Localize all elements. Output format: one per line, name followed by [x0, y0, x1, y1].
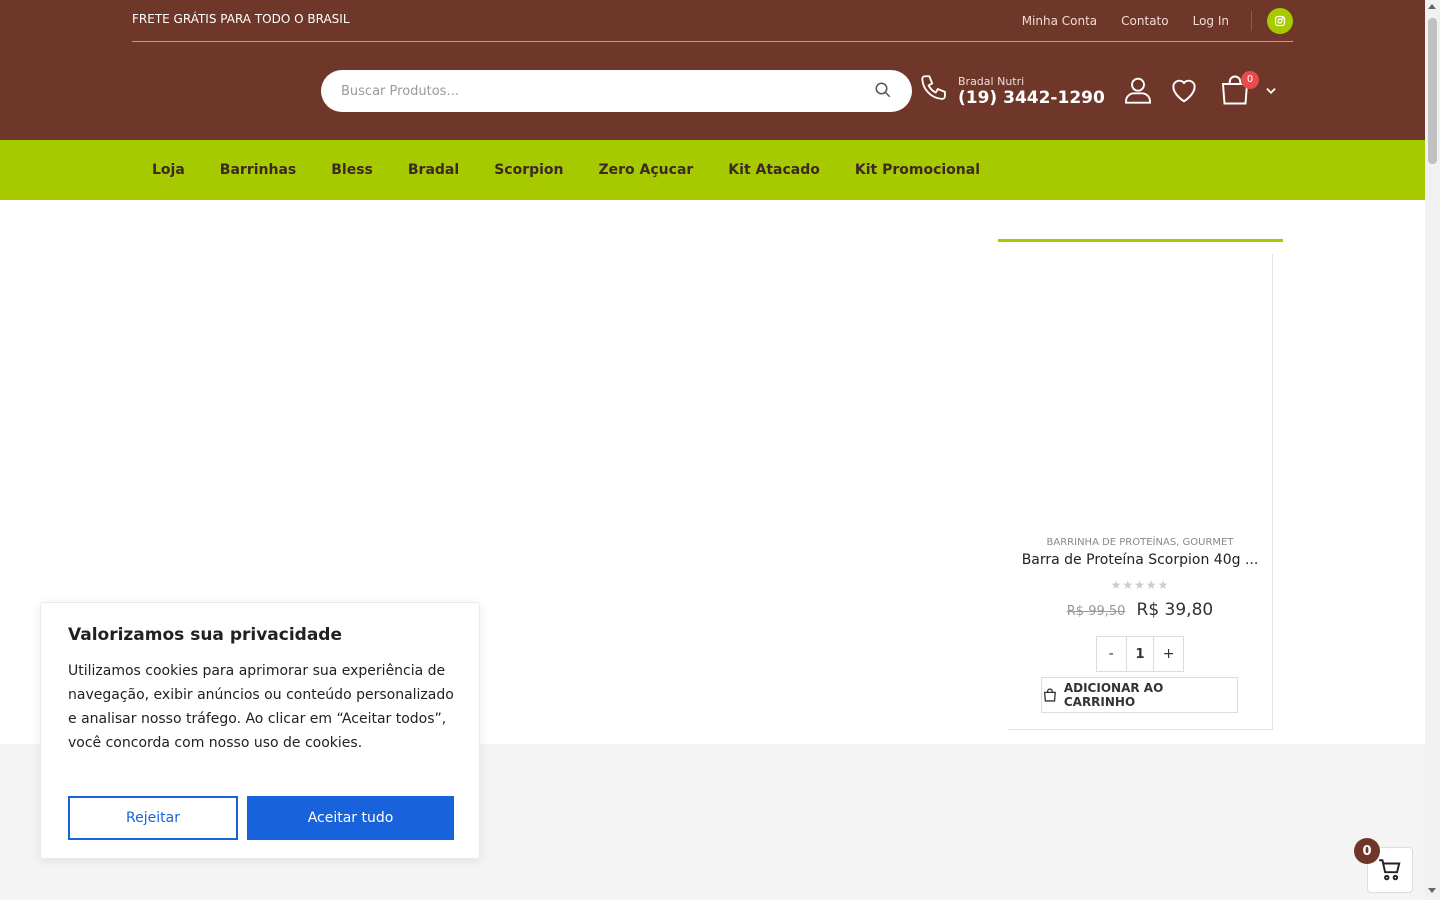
qty-minus-button[interactable]: -	[1097, 637, 1126, 671]
top-links: Minha Conta Contato Log In	[998, 8, 1293, 34]
search-icon[interactable]	[874, 81, 894, 101]
contact-label: Bradal Nutri	[958, 74, 1025, 88]
scroll-up-arrow-icon[interactable]	[1428, 4, 1436, 9]
login-link[interactable]: Log In	[1193, 14, 1229, 28]
user-icon[interactable]	[1122, 74, 1154, 110]
cart-count-badge: 0	[1241, 71, 1259, 89]
nav-item-kit-atacado[interactable]: Kit Atacado	[728, 162, 820, 178]
search-bar	[321, 70, 912, 112]
add-to-cart-label: ADICIONAR AO CARRINHO	[1063, 681, 1164, 709]
product-price: R$ 99,50 R$ 39,80	[1008, 600, 1272, 620]
scroll-down-arrow-icon[interactable]	[1428, 888, 1436, 893]
shopping-bag-icon	[1043, 688, 1056, 702]
nav-item-barrinhas[interactable]: Barrinhas	[220, 162, 296, 178]
scrollbar-thumb[interactable]	[1428, 18, 1437, 164]
sidebar-accent-border	[998, 239, 1283, 242]
nav-item-zero-acucar[interactable]: Zero Açucar	[599, 162, 694, 178]
nav-item-kit-promocional[interactable]: Kit Promocional	[855, 162, 980, 178]
reject-button[interactable]: Rejeitar	[68, 796, 238, 840]
my-account-link[interactable]: Minha Conta	[1022, 14, 1097, 28]
qty-plus-button[interactable]: +	[1154, 637, 1183, 671]
chevron-down-icon[interactable]	[1264, 83, 1278, 102]
old-price: R$ 99,50	[1066, 604, 1126, 619]
nav-item-bradal[interactable]: Bradal	[408, 162, 459, 178]
product-name[interactable]: Barra de Proteína Scorpion 40g ...	[1008, 552, 1272, 568]
contact-phone[interactable]: Bradal Nutri (19) 3442-1290	[918, 72, 1105, 110]
free-shipping-notice: FRETE GRÁTIS PARA TODO O BRASIL	[132, 12, 350, 26]
floating-cart-count: 0	[1354, 838, 1380, 864]
page-scrollbar[interactable]	[1425, 0, 1440, 900]
instagram-icon[interactable]	[1267, 8, 1293, 34]
sale-price: R$ 39,80	[1136, 600, 1214, 620]
phone-icon	[918, 72, 952, 110]
contact-link[interactable]: Contato	[1121, 14, 1168, 28]
nav-item-bless[interactable]: Bless	[331, 162, 373, 178]
product-rating-stars: ★★★★★	[1110, 578, 1170, 592]
header: FRETE GRÁTIS PARA TODO O BRASIL Minha Co…	[0, 0, 1425, 140]
product-card: BARRINHA DE PROTEÍNAS, GOURMET Barra de …	[1008, 254, 1273, 730]
phone-number: (19) 3442-1290	[958, 87, 1105, 108]
topbar: FRETE GRÁTIS PARA TODO O BRASIL Minha Co…	[132, 0, 1293, 42]
add-to-cart-button[interactable]: ADICIONAR AO CARRINHO	[1041, 677, 1238, 713]
cookie-consent-dialog: Valorizamos sua privacidade Utilizamos c…	[40, 602, 480, 859]
cookie-body: Utilizamos cookies para aprimorar sua ex…	[68, 663, 454, 751]
product-categories[interactable]: BARRINHA DE PROTEÍNAS, GOURMET	[1008, 537, 1272, 548]
divider	[1251, 11, 1252, 31]
nav-item-scorpion[interactable]: Scorpion	[494, 162, 563, 178]
nav-item-loja[interactable]: Loja	[152, 162, 185, 178]
qty-input[interactable]: 1	[1125, 637, 1155, 671]
quantity-stepper: - 1 +	[1096, 636, 1184, 672]
main-nav: Loja Barrinhas Bless Bradal Scorpion Zer…	[0, 140, 1425, 200]
cart-icon	[1379, 859, 1401, 881]
accept-all-button[interactable]: Aceitar tudo	[247, 796, 454, 840]
cookie-title: Valorizamos sua privacidade	[68, 625, 343, 645]
wishlist-heart-icon[interactable]	[1168, 74, 1200, 110]
search-input[interactable]	[341, 70, 861, 112]
